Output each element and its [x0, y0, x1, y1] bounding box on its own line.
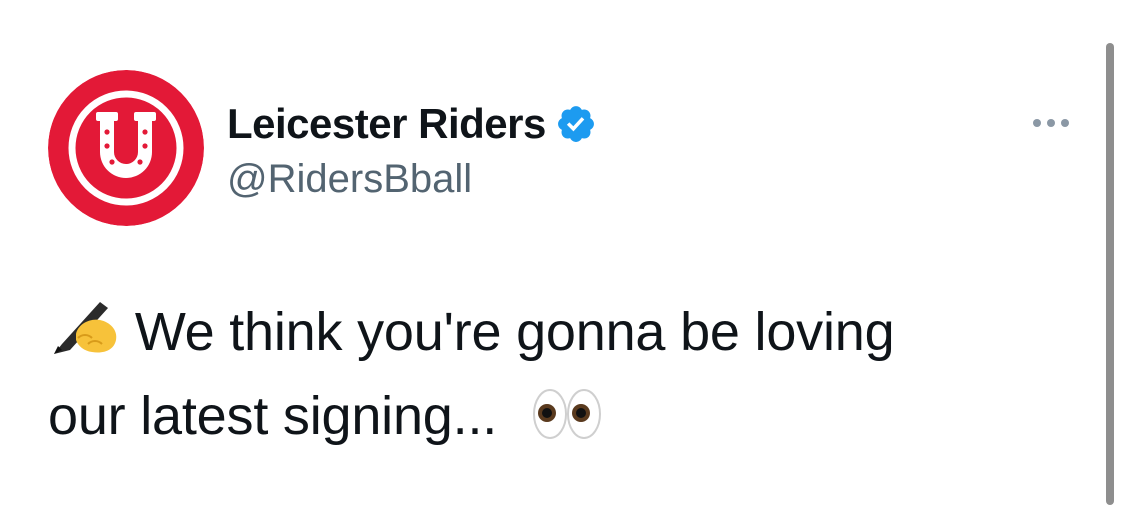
tweet-line-1: We think you're gonna be loving: [48, 290, 1068, 374]
more-dot: [1033, 119, 1041, 127]
more-dot: [1047, 119, 1055, 127]
tweet-text: We think you're gonna be loving our late…: [48, 290, 1068, 458]
verified-badge-icon: [557, 106, 594, 142]
name-row: Leicester Riders: [227, 98, 597, 150]
tweet-line-2-text: our latest signing...: [48, 386, 498, 446]
display-name[interactable]: Leicester Riders: [227, 98, 546, 150]
eyes-emoji: [532, 389, 601, 439]
tweet-card[interactable]: Leicester Riders @RidersBball We think y…: [0, 0, 1125, 505]
more-dot: [1061, 119, 1069, 127]
writing-hand-emoji: [54, 302, 117, 354]
scrollbar[interactable]: [1106, 43, 1114, 505]
horseshoe-logo-icon: [48, 70, 204, 226]
author-block: Leicester Riders @RidersBball: [227, 98, 597, 204]
tweet-line-2: our latest signing...: [48, 374, 1068, 458]
more-options-icon[interactable]: [1026, 108, 1076, 138]
avatar[interactable]: [48, 70, 204, 226]
tweet-line-1-text: We think you're gonna be loving: [134, 302, 895, 362]
handle[interactable]: @RidersBball: [227, 154, 597, 204]
